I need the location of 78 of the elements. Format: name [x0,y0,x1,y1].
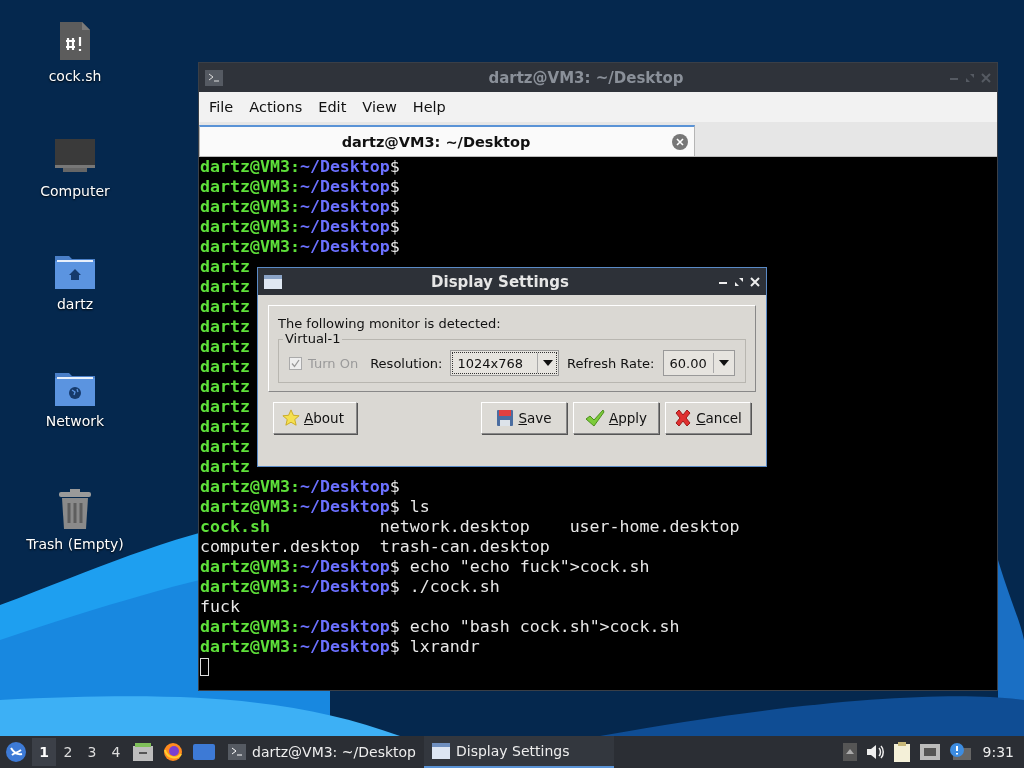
apply-button[interactable]: Apply [573,402,659,434]
star-icon [282,409,300,427]
desktop-icon-label[interactable]: cock.sh [48,68,102,84]
terminal-icon [228,744,246,760]
terminal-line: dartz@VM3:~/Desktop$ echo "echo fuck">cock.sh [200,557,650,577]
web-browser-icon[interactable] [163,742,183,762]
checkbox-icon [289,356,302,370]
workspace-button[interactable]: 2 [56,738,80,766]
refresh-rate-label: Refresh Rate: [567,355,655,371]
workspace-button[interactable]: 1 [32,738,56,766]
terminal-line: dartz [200,297,250,317]
terminal-line: dartz@VM3:~/Desktop$ [200,217,400,237]
workspace-button[interactable]: 3 [80,738,104,766]
window-title: dartz@VM3: ~/Desktop [487,68,685,87]
text-cursor [200,658,209,676]
terminal-line: dartz@VM3:~/Desktop$ [200,477,400,497]
terminal-line: dartz@VM3:~/Desktop$ [200,177,400,197]
menu-item[interactable]: View [354,99,405,115]
terminal-line: computer.desktop trash-can.desktop [200,537,551,557]
terminal-line: cock.sh network.desktop user-home.desktop [200,517,741,537]
terminal-line: dartz [200,357,250,377]
desktop-icon-label[interactable]: Computer [40,183,110,199]
menu-item[interactable]: Edit [310,99,355,115]
terminal-line: dartz@VM3:~/Desktop$ [200,237,400,257]
terminal-line: dartz@VM3:~/Desktop$ ls [200,497,430,517]
window-icon [432,743,450,759]
desktop-icon-label[interactable]: dartz [56,296,94,312]
terminal-line: dartz@VM3:~/Desktop$ ./cock.sh [200,577,500,597]
terminal-line: dartz [200,457,250,477]
clock[interactable]: 9:31 [982,744,1014,760]
script-file-icon [58,20,92,62]
terminal-icon [205,69,223,86]
network-icon[interactable] [918,743,941,761]
terminal-line: dartz [200,397,250,417]
terminal-line: dartz@VM3:~/Desktop$ [200,197,400,217]
terminal-line: dartz [200,317,250,337]
window-icon [264,274,282,289]
terminal-line: dartz@VM3:~/Desktop$ echo "bash cock.sh">cock.sh [200,617,680,637]
taskbar-task[interactable]: dartz@VM3: ~/Desktop [220,736,424,768]
clipboard-icon[interactable] [892,742,911,762]
resolution-label: Resolution: [370,355,443,371]
terminal-line: dartz [200,417,250,437]
taskbar-task[interactable]: Display Settings [424,736,614,768]
dropdown-arrow-icon [543,360,554,366]
workspace-button[interactable]: 4 [104,738,128,766]
notification-icon[interactable] [948,742,971,762]
group-label: Virtual-1 [283,331,343,346]
terminal-tab[interactable]: dartz@VM3: ~/Desktop [199,125,695,156]
about-button[interactable]: About [273,402,357,434]
menu-item[interactable]: Help [404,99,454,115]
file-manager-icon[interactable] [133,743,153,761]
menu-item[interactable]: File [201,99,242,115]
refresh-rate-dropdown[interactable]: 60.00 [662,350,735,376]
dropdown-arrow-icon [718,360,729,366]
dialog-message: The following monitor is detected: [278,316,502,331]
terminal-line: dartz [200,437,250,457]
home-folder-icon [54,254,96,290]
terminal-line: dartz@VM3:~/Desktop$ [200,157,400,177]
trash-icon [57,488,93,530]
terminal-line: dartz [200,257,250,277]
dialog-title: Display Settings [430,272,570,291]
terminal-line: dartz [200,337,250,357]
terminal-line: dartz@VM3:~/Desktop$ lxrandr [200,637,480,657]
volume-icon[interactable] [864,743,885,761]
terminal-line: dartz [200,377,250,397]
maximize-icon[interactable] [734,276,744,287]
start-menu-icon[interactable] [5,741,27,763]
network-folder-icon [54,371,96,407]
cancel-button[interactable]: Cancel [665,402,751,434]
save-button[interactable]: Save [481,402,567,434]
desktop-icon-label[interactable]: Trash (Empty) [26,536,124,552]
cancel-x-icon [674,409,693,427]
terminal-line: fuck [200,597,241,617]
resolution-dropdown[interactable]: 1024x768 [450,350,560,376]
checkmark-icon [584,409,605,427]
desktop-icon-label[interactable]: Network [45,413,105,429]
menu-item[interactable]: Actions [241,99,311,115]
terminal-line: dartz [200,277,250,297]
